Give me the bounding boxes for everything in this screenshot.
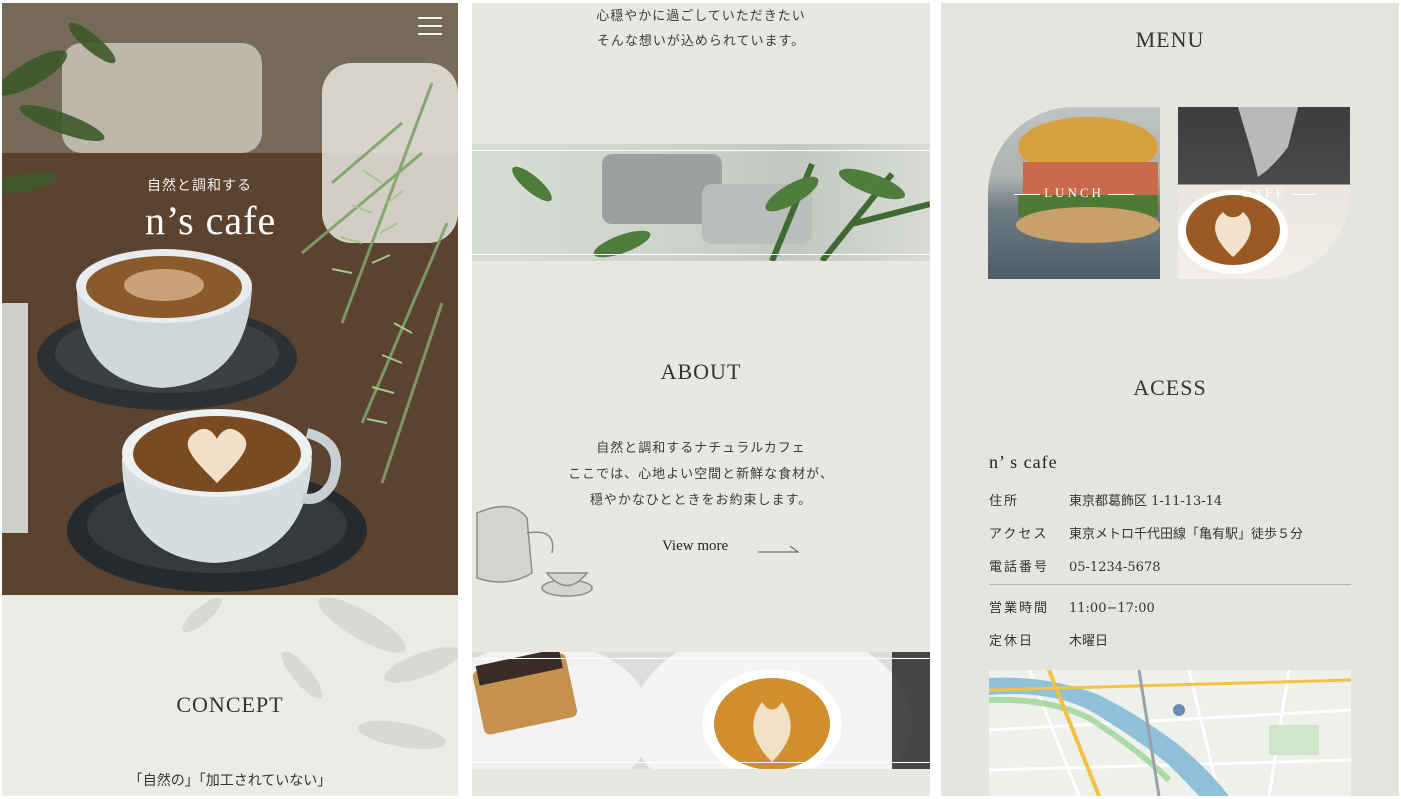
info-label: 営業時間 — [989, 601, 1050, 616]
info-address: 住所 東京都葛飾区 1-11-13-14 — [989, 490, 1222, 509]
coffee-cups-illustration — [2, 3, 458, 595]
info-label: 住所 — [989, 494, 1020, 509]
frame-line-bottom — [472, 254, 930, 255]
frame-line-bottom — [472, 762, 930, 763]
info-label: 電話番号 — [989, 560, 1050, 575]
teapot-sketch-icon — [476, 505, 593, 597]
info-value: 05-1234-5678 — [1069, 560, 1161, 575]
frame-line-top — [472, 150, 930, 151]
hero-title: n’s cafe — [145, 198, 277, 243]
mobile-page-about: 心穏やかに過ごしていただきたい そんな想いが込められています。 ABOUT 自然… — [472, 3, 930, 796]
hero-image: 自然と調和する n’s cafe — [2, 3, 458, 595]
lunch-card-label: LUNCH — [988, 185, 1160, 201]
info-value: 東京都葛飾区 1-11-13-14 — [1069, 494, 1223, 509]
mobile-page-menu-access: MENU LUNCH CAFE ACESS n’ s cafe 住所 東京都葛飾区… — [941, 3, 1399, 796]
intro-text-line-1: 心穏やかに過ごしていただきたい — [596, 9, 806, 24]
concept-text: 「自然の」「加工されていない」 — [128, 773, 332, 789]
interior-photo — [472, 144, 930, 261]
divider — [989, 584, 1351, 585]
about-heading: ABOUT — [660, 359, 742, 384]
info-value: 木曜日 — [1069, 634, 1109, 649]
about-text-line-2: ここでは、心地よい空間と新鮮な食材が、 — [568, 467, 834, 482]
info-label: アクセス — [989, 527, 1049, 542]
info-closed: 定休日 木曜日 — [989, 630, 1108, 649]
hero-subtitle: 自然と調和する — [147, 178, 252, 194]
intro-text-line-2: そんな想いが込められています。 — [596, 34, 806, 49]
cafe-menu-card[interactable]: CAFE — [1178, 107, 1350, 279]
info-hours: 営業時間 11:00−17:00 — [989, 597, 1155, 616]
food-photo — [472, 652, 930, 769]
info-access: アクセス 東京メトロ千代田線「亀有駅」徒歩５分 — [989, 523, 1303, 542]
hamburger-menu-icon[interactable] — [418, 17, 442, 37]
info-value: 東京メトロ千代田線「亀有駅」徒歩５分 — [1069, 527, 1304, 542]
mobile-page-top: 自然と調和する n’s cafe CONCEPT 「自然の」「加工されていない」 — [2, 3, 458, 796]
cake-and-latte-illustration — [472, 652, 930, 769]
info-label: 定休日 — [989, 634, 1035, 649]
map-illustration — [989, 670, 1351, 796]
frame-line-top — [472, 658, 930, 659]
interior-plants-illustration — [512, 154, 930, 261]
access-heading: ACESS — [1133, 375, 1207, 400]
view-more-link[interactable]: View more — [662, 538, 728, 555]
access-map[interactable] — [989, 670, 1351, 796]
lunch-menu-card[interactable]: LUNCH — [988, 107, 1160, 279]
info-phone: 電話番号 05-1234-5678 — [989, 556, 1161, 575]
info-value: 11:00−17:00 — [1069, 601, 1155, 616]
concept-section: CONCEPT 「自然の」「加工されていない」 — [2, 595, 458, 796]
cafe-card-label: CAFE — [1178, 185, 1350, 201]
arrow-right-icon — [758, 545, 800, 553]
shop-name: n’ s cafe — [989, 452, 1058, 472]
concept-heading: CONCEPT — [176, 692, 284, 717]
about-text-line-1: 自然と調和するナチュラルカフェ — [596, 441, 806, 456]
menu-heading: MENU — [1135, 27, 1205, 52]
